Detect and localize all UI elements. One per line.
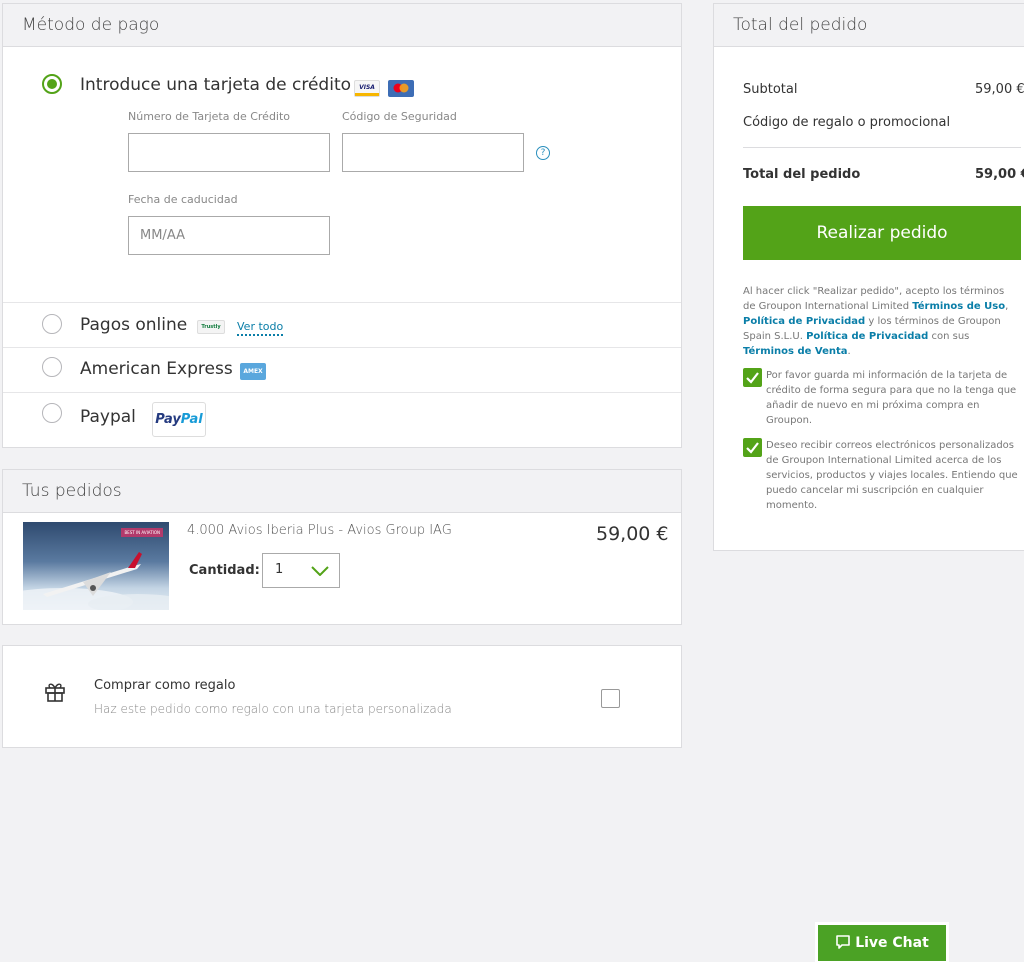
security-code-input[interactable] <box>342 133 524 172</box>
place-order-button[interactable]: Realizar pedido <box>743 206 1021 260</box>
terms-of-sale-link[interactable]: Términos de Venta <box>743 346 848 357</box>
expiry-label: Fecha de caducidad <box>128 193 238 206</box>
marketing-emails-text: Deseo recibir correos electrónicos perso… <box>766 440 1018 511</box>
credit-card-option-label: Introduce una tarjeta de crédito <box>80 75 352 95</box>
credit-card-radio[interactable] <box>42 74 62 94</box>
checkmark-icon <box>746 372 759 384</box>
online-payment-radio[interactable] <box>42 314 62 334</box>
order-total-value: 59,00 € <box>975 167 1024 182</box>
paypal-radio[interactable] <box>42 403 62 423</box>
mastercard-logo-icon <box>388 80 414 97</box>
divider <box>743 147 1021 148</box>
product-price: 59,00 € <box>596 523 669 545</box>
divider <box>3 347 681 348</box>
quantity-select[interactable]: 1 <box>262 553 340 588</box>
product-thumbnail: BEST IN AVIATION <box>23 522 169 610</box>
gift-checkbox[interactable] <box>601 689 620 708</box>
marketing-emails-checkbox[interactable] <box>743 438 762 457</box>
expiry-input[interactable] <box>128 216 330 255</box>
promo-code-link[interactable]: Código de regalo o promocional <box>743 115 950 130</box>
order-total-label: Total del pedido <box>743 167 861 182</box>
product-name: 4.000 Avios Iberia Plus - Avios Group IA… <box>187 523 452 538</box>
gift-panel: Comprar como regalo Haz este pedido como… <box>2 645 682 748</box>
gift-icon <box>45 683 65 702</box>
visa-logo-icon: VISA <box>354 80 380 97</box>
privacy-policy-spain-link[interactable]: Política de Privacidad <box>806 331 928 342</box>
security-code-label: Código de Seguridad <box>342 110 457 123</box>
quantity-label: Cantidad: <box>189 563 260 578</box>
chat-bubble-icon <box>836 935 850 949</box>
card-number-label: Número de Tarjeta de Crédito <box>128 110 291 123</box>
divider <box>3 392 681 393</box>
subtotal-value: 59,00 € <box>975 82 1024 97</box>
amex-radio[interactable] <box>42 357 62 377</box>
amex-logo-icon: AMEX <box>240 363 266 380</box>
view-all-link[interactable]: Ver todo <box>237 320 284 336</box>
airplane-icon <box>23 552 169 610</box>
save-card-text: Por favor guarda mi información de la ta… <box>766 370 1017 426</box>
card-number-input[interactable] <box>128 133 330 172</box>
checkmark-icon <box>746 442 759 454</box>
order-total-panel: Total del pedido Subtotal 59,00 € Código… <box>713 3 1024 551</box>
online-payment-label: Pagos online <box>80 315 188 335</box>
help-icon[interactable]: ? <box>536 146 550 160</box>
privacy-policy-link[interactable]: Política de Privacidad <box>743 316 865 327</box>
order-total-title: Total del pedido <box>714 4 1024 47</box>
subtotal-label: Subtotal <box>743 82 798 97</box>
divider <box>3 302 681 303</box>
terms-of-use-link[interactable]: Términos de Uso <box>912 301 1005 312</box>
trustly-logo-icon: Trustly <box>197 320 225 334</box>
live-chat-label: Live Chat <box>855 935 929 951</box>
payment-method-panel: Método de pago Introduce una tarjeta de … <box>2 3 682 448</box>
paypal-logo-icon: PayPal <box>152 402 206 437</box>
paypal-label: Paypal <box>80 407 136 427</box>
quantity-value: 1 <box>275 562 284 577</box>
payment-method-title: Método de pago <box>3 4 681 47</box>
gift-subtitle: Haz este pedido como regalo con una tarj… <box>94 702 452 716</box>
live-chat-button[interactable]: Live Chat <box>815 922 949 964</box>
amex-label: American Express <box>80 359 233 379</box>
orders-title: Tus pedidos <box>3 470 681 513</box>
gift-title: Comprar como regalo <box>94 678 236 693</box>
save-card-checkbox[interactable] <box>743 368 762 387</box>
orders-panel: Tus pedidos BEST IN AVIATION 4.000 Avios… <box>2 469 682 625</box>
legal-text: Al hacer click "Realizar pedido", acepto… <box>743 286 1009 357</box>
chevron-down-icon <box>311 566 329 576</box>
